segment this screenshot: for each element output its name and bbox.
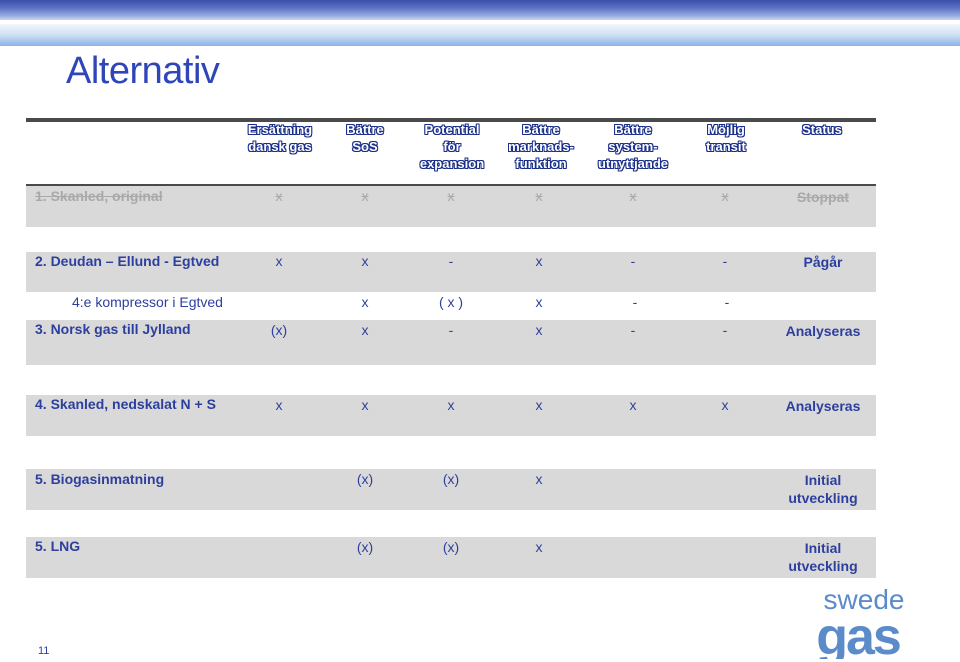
row-3-cell-1: (x) [270,322,288,338]
row-4-cell-5: x [629,397,637,413]
col-header-system: Bättre system- utnyttjande [597,122,669,171]
col-header-ersattning: Ersättning dansk gas [247,122,313,154]
col-header-status: Status [802,122,842,137]
row-4-name: 4. Skanled, nedskalat N + S [35,396,216,412]
row-2b-cell-5: - [632,294,638,310]
row-2-status: Pågår [803,254,843,270]
logo-line2: gas [816,608,900,659]
row-1-cell-6: x [721,188,729,204]
row-4-cell-4: x [535,397,543,413]
row-2b-cell-2: x [361,294,369,310]
row-2b-cell-6: - [724,294,730,310]
row-3-cell-2: x [361,322,369,338]
col-header-marknad: Bättre marknads- funktion [508,122,574,171]
row-2-cell-1: x [275,253,283,269]
row-2-cell-3: - [448,253,454,269]
row-2-cell-4: x [535,253,543,269]
row-2-cell-2: x [361,253,369,269]
col-header-potential: Potential för expansion [419,122,485,171]
row-1-cell-2: x [361,188,369,204]
row-4-cell-6: x [721,397,729,413]
row-4-cell-3: x [447,397,455,413]
row-4-cell-1: x [275,397,283,413]
row-1-cell-1: x [275,188,283,204]
row-2-cell-6: - [722,253,728,269]
row-2b-name: 4:e kompressor i Egtved [72,294,223,310]
row-6-status: Initial utveckling [788,540,858,574]
row-3-cell-5: - [630,322,636,338]
row-4-cell-2: x [361,397,369,413]
row-1-cell-5: x [629,188,637,204]
row-4-status: Analyseras [785,398,861,414]
row-1-cell-3: x [447,188,455,204]
sub-banner [0,24,960,46]
row-2b-cell-3: ( x ) [438,294,464,310]
row-3-cell-4: x [535,322,543,338]
page-number: 11 [38,645,50,657]
col-header-sos: Bättre SoS [346,122,384,154]
row-3-cell-6: - [722,322,728,338]
row-1-name: 1. Skanled, original [35,188,163,204]
swedegas-logo: swede gas [816,584,904,659]
row-5-cell-4: x [535,471,543,487]
row-2-cell-5: - [630,253,636,269]
top-banner [0,0,960,20]
row-3-cell-3: - [448,322,454,338]
row-5-name: 5. Biogasinmatning [35,471,165,487]
row-2b-cell-4: x [535,294,543,310]
row-1-cell-4: x [535,188,543,204]
row-3-status: Analyseras [785,323,861,339]
col-header-transit: Möjlig transit [706,122,746,154]
row-5-cell-2: (x) [356,471,374,487]
row-6-name: 5. LNG [35,538,81,554]
row-2-name: 2. Deudan – Ellund - Egtved [35,253,220,269]
page-title: Alternativ [66,50,220,92]
row-5-status: Initial utveckling [788,472,858,506]
row-5-cell-3: (x) [442,471,460,487]
row-6-cell-3: (x) [442,539,460,555]
row-6-cell-2: (x) [356,539,374,555]
row-3-name: 3. Norsk gas till Jylland [35,321,191,337]
row-6-cell-4: x [535,539,543,555]
row-1-status: Stoppat [796,189,850,205]
